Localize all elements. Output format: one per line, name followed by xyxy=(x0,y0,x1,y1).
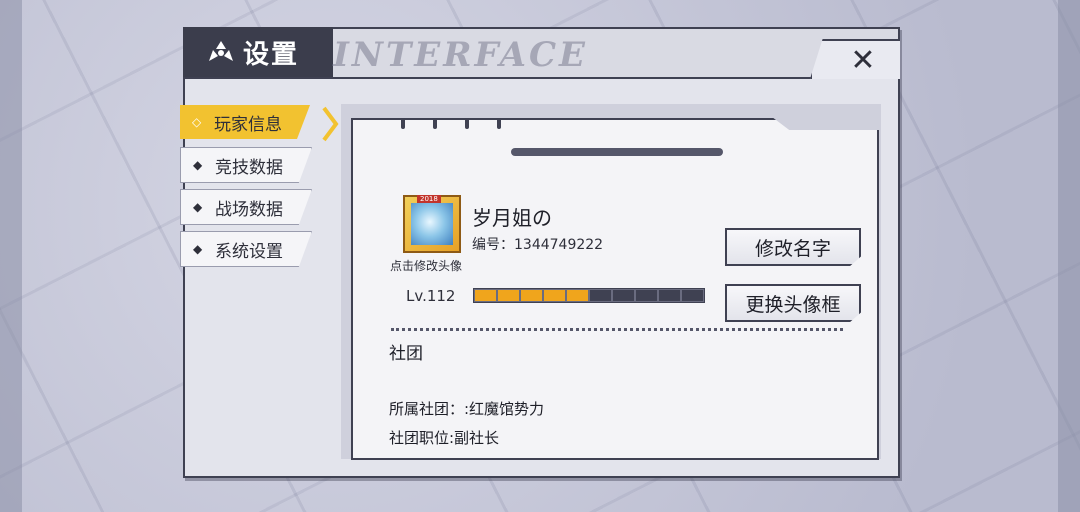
club-belong: 所属社团：:红魔馆势力 xyxy=(389,400,545,418)
avatar-caption[interactable]: 点击修改头像 xyxy=(390,257,462,274)
radiation-icon xyxy=(209,41,233,61)
rename-button[interactable]: 修改名字 xyxy=(725,228,861,266)
right-edge-rail xyxy=(1058,0,1080,512)
binder-marks xyxy=(401,118,501,129)
player-name: 岁月姐の xyxy=(472,206,552,230)
xp-segment-filled xyxy=(520,289,543,302)
active-tab-arrow-icon xyxy=(322,106,339,142)
xp-segment-empty xyxy=(635,289,658,302)
tab-arena-stats[interactable]: ◆ 竞技数据 xyxy=(180,147,312,183)
player-id: 编号：1344749222 xyxy=(472,237,604,253)
diamond-icon: ◆ xyxy=(193,242,203,256)
xp-bar xyxy=(473,288,705,303)
window-title: 设置 xyxy=(243,40,300,70)
tab-label: 系统设置 xyxy=(215,241,283,262)
title-tab: 设置 xyxy=(183,27,333,77)
diamond-icon: ◆ xyxy=(193,200,203,214)
level-label: Lv.112 xyxy=(406,287,456,305)
settings-window: 设置 INTERFACE ✕ ◇ 玩家信息 ◆ 竞技数据 ◆ 战场数据 ◆ 系统… xyxy=(180,27,900,478)
diamond-icon: ◇ xyxy=(192,115,202,129)
divider xyxy=(391,328,843,331)
xp-segment-empty xyxy=(658,289,681,302)
avatar[interactable]: 2018 xyxy=(403,195,461,253)
xp-segment-filled xyxy=(566,289,589,302)
interface-watermark: INTERFACE xyxy=(333,35,588,75)
xp-segment-filled xyxy=(474,289,497,302)
diamond-icon: ◆ xyxy=(193,158,203,172)
drag-handle xyxy=(511,148,723,156)
avatar-image xyxy=(411,203,453,245)
xp-segment-filled xyxy=(543,289,566,302)
change-frame-button[interactable]: 更换头像框 xyxy=(725,284,861,322)
club-section-title: 社团 xyxy=(389,344,423,364)
tab-battlefield-stats[interactable]: ◆ 战场数据 xyxy=(180,189,312,225)
left-edge-rail xyxy=(0,0,22,512)
close-icon: ✕ xyxy=(850,42,876,78)
xp-segment-empty xyxy=(681,289,704,302)
xp-segment-filled xyxy=(497,289,520,302)
tab-label: 竞技数据 xyxy=(215,157,283,178)
close-button[interactable]: ✕ xyxy=(810,39,900,79)
player-info-card: 2018 点击修改头像 岁月姐の 编号：1344749222 Lv.112 修改… xyxy=(351,118,879,460)
tab-player-info[interactable]: ◇ 玩家信息 xyxy=(180,105,310,139)
tab-system-settings[interactable]: ◆ 系统设置 xyxy=(180,231,312,267)
xp-segment-empty xyxy=(612,289,635,302)
xp-segment-empty xyxy=(589,289,612,302)
club-position: 社团职位:副社长 xyxy=(389,429,500,447)
tab-label: 战场数据 xyxy=(215,199,283,220)
tab-label: 玩家信息 xyxy=(214,114,282,135)
avatar-badge: 2018 xyxy=(417,195,441,203)
title-bar: 设置 INTERFACE ✕ xyxy=(183,27,900,79)
